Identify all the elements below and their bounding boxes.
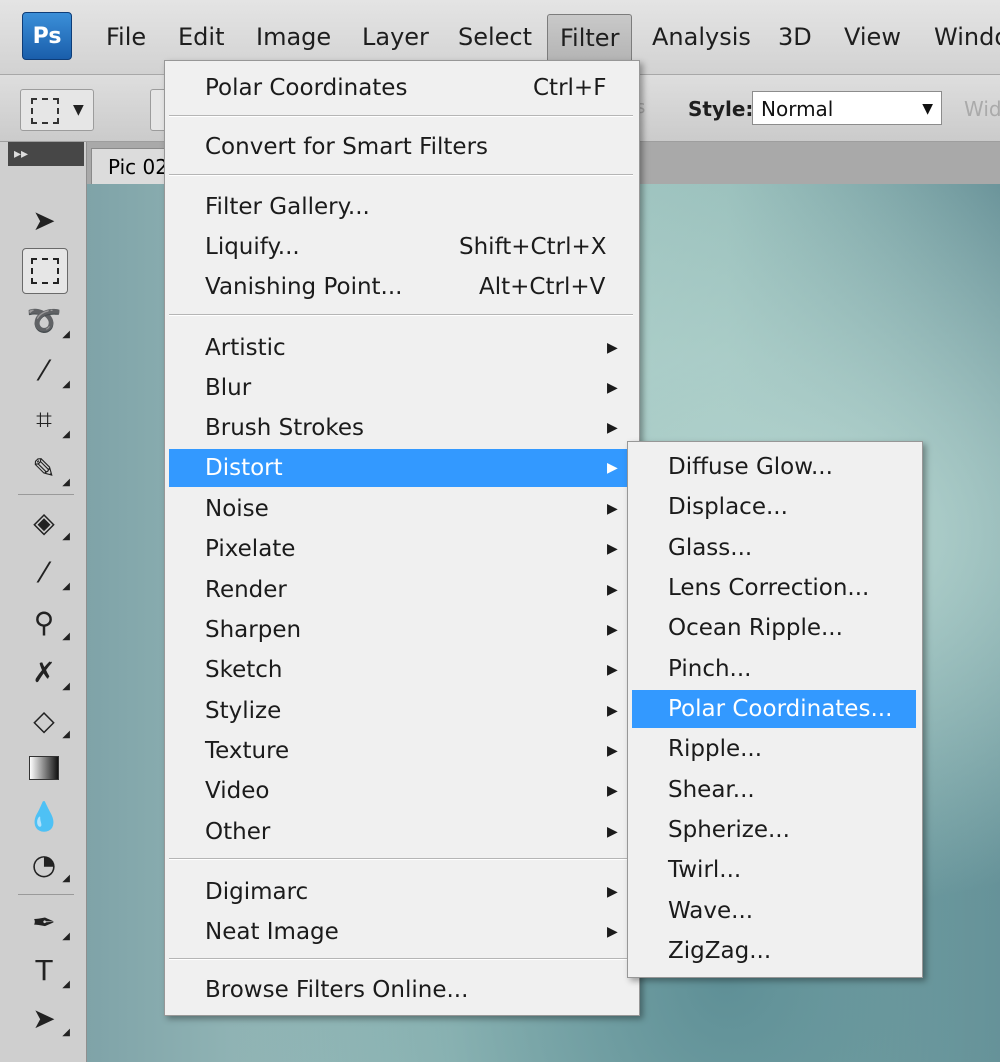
- submenu-item-displace[interactable]: Displace...: [632, 488, 916, 526]
- caret-down-icon: ▼: [922, 101, 933, 117]
- menu-item-blur[interactable]: Blur ▶: [169, 369, 633, 407]
- menu-item-browse-filters-online[interactable]: Browse Filters Online...: [169, 971, 633, 1009]
- submenu-arrow-icon: ▶: [607, 924, 618, 940]
- menu-item-liquify[interactable]: Liquify... Shift+Ctrl+X: [169, 228, 633, 266]
- menu-item-last-filter[interactable]: Polar Coordinates Ctrl+F: [169, 69, 633, 107]
- menu-item-brush-strokes[interactable]: Brush Strokes ▶: [169, 409, 633, 447]
- caret-down-icon: ▼: [73, 102, 84, 118]
- menu-item-stylize[interactable]: Stylize ▶: [169, 692, 633, 730]
- submenu-arrow-icon: ▶: [607, 884, 618, 900]
- menu-filter[interactable]: Filter: [547, 14, 633, 61]
- menu-item-sketch[interactable]: Sketch ▶: [169, 651, 633, 689]
- width-label: Wid: [964, 97, 1000, 121]
- menu-separator-highlight: [169, 116, 633, 117]
- menu-layer[interactable]: Layer: [350, 14, 441, 60]
- submenu-item-ocean-ripple[interactable]: Ocean Ripple...: [632, 609, 916, 647]
- distort-submenu: Diffuse Glow... Displace... Glass... Len…: [627, 441, 923, 978]
- submenu-arrow-icon: ▶: [607, 743, 618, 759]
- path-selection-icon[interactable]: ➤ ◢: [22, 996, 70, 1040]
- menu-image[interactable]: Image: [244, 14, 343, 60]
- submenu-item-diffuse-glow[interactable]: Diffuse Glow...: [632, 448, 916, 486]
- toolbox-collapse-icon[interactable]: ▸▸: [8, 142, 84, 166]
- submenu-arrow-icon: ▶: [607, 703, 618, 719]
- style-label: Style:: [688, 97, 754, 121]
- submenu-arrow-icon: ▶: [607, 622, 618, 638]
- submenu-arrow-icon: ▶: [607, 340, 618, 356]
- submenu-arrow-icon: ▶: [607, 783, 618, 799]
- menu-view[interactable]: View: [832, 14, 913, 60]
- lasso-tool-icon[interactable]: ➰ ◢: [22, 298, 70, 342]
- menu-separator-highlight: [169, 315, 633, 316]
- type-tool-icon[interactable]: T ◢: [22, 948, 70, 992]
- submenu-item-shear[interactable]: Shear...: [632, 771, 916, 809]
- submenu-arrow-icon: ▶: [607, 501, 618, 517]
- menu-item-convert-smart-filters[interactable]: Convert for Smart Filters: [169, 128, 633, 166]
- gradient-tool-icon[interactable]: [22, 746, 66, 790]
- menu-item-distort[interactable]: Distort ▶: [169, 449, 633, 487]
- menu-item-vanishing-point[interactable]: Vanishing Point... Alt+Ctrl+V: [169, 268, 633, 306]
- photoshop-logo[interactable]: Ps: [22, 12, 72, 60]
- healing-brush-icon[interactable]: ◈ ◢: [22, 500, 70, 544]
- menu-separator-highlight: [169, 175, 633, 176]
- menu-item-video[interactable]: Video ▶: [169, 772, 633, 810]
- magic-wand-icon[interactable]: ⁄ ◢: [22, 348, 70, 392]
- dodge-tool-icon[interactable]: ◔ ◢: [22, 842, 70, 886]
- menu-separator-highlight: [169, 859, 633, 860]
- menu-item-digimarc[interactable]: Digimarc ▶: [169, 873, 633, 911]
- menu-analysis[interactable]: Analysis: [640, 14, 763, 60]
- clone-stamp-icon[interactable]: ⚲ ◢: [22, 600, 70, 644]
- brush-tool-icon[interactable]: ⁄ ◢: [22, 550, 70, 594]
- pen-tool-icon[interactable]: ✒ ◢: [22, 900, 70, 944]
- submenu-arrow-icon: ▶: [607, 460, 618, 476]
- crop-tool-icon[interactable]: ⌗ ◢: [22, 398, 70, 442]
- eraser-icon[interactable]: ◇ ◢: [22, 698, 70, 742]
- submenu-item-zigzag[interactable]: ZigZag...: [632, 932, 916, 970]
- menu-item-pixelate[interactable]: Pixelate ▶: [169, 530, 633, 568]
- menu-item-sharpen[interactable]: Sharpen ▶: [169, 611, 633, 649]
- eyedropper-icon[interactable]: ✎ ◢: [22, 446, 70, 490]
- menu-window[interactable]: Windo: [922, 14, 1000, 60]
- menu-edit[interactable]: Edit: [166, 14, 236, 60]
- menu-separator-highlight: [169, 959, 633, 960]
- submenu-arrow-icon: ▶: [607, 662, 618, 678]
- submenu-arrow-icon: ▶: [607, 541, 618, 557]
- toolbox: ▸▸ ➤ ➰ ◢ ⁄ ◢ ⌗ ◢ ✎ ◢ ◈ ◢ ⁄ ◢ ⚲ ◢ ✗ ◢ ◇ ◢ 💧 ◔ ◢ ✒ ◢ …: [0, 142, 87, 1062]
- submenu-arrow-icon: ▶: [607, 380, 618, 396]
- menu-item-render[interactable]: Render ▶: [169, 571, 633, 609]
- submenu-item-lens-correction[interactable]: Lens Correction...: [632, 569, 916, 607]
- submenu-item-glass[interactable]: Glass...: [632, 529, 916, 567]
- menu-item-noise[interactable]: Noise ▶: [169, 490, 633, 528]
- submenu-item-wave[interactable]: Wave...: [632, 892, 916, 930]
- marquee-tool-icon[interactable]: [22, 248, 68, 294]
- menu-item-texture[interactable]: Texture ▶: [169, 732, 633, 770]
- submenu-item-twirl[interactable]: Twirl...: [632, 851, 916, 889]
- blur-tool-icon[interactable]: 💧: [22, 794, 66, 838]
- menu-3d[interactable]: 3D: [766, 14, 824, 60]
- filter-menu: Polar Coordinates Ctrl+F Convert for Smar…: [164, 60, 640, 1016]
- document-tab[interactable]: Pic 02: [91, 148, 171, 184]
- menu-item-neat-image[interactable]: Neat Image ▶: [169, 913, 633, 951]
- toolbox-divider: [18, 894, 74, 895]
- submenu-item-ripple[interactable]: Ripple...: [632, 730, 916, 768]
- submenu-arrow-icon: ▶: [607, 582, 618, 598]
- submenu-item-pinch[interactable]: Pinch...: [632, 650, 916, 688]
- toolbox-divider: [18, 494, 74, 495]
- menu-file[interactable]: File: [94, 14, 158, 60]
- menu-item-other[interactable]: Other ▶: [169, 813, 633, 851]
- menu-item-artistic[interactable]: Artistic ▶: [169, 329, 633, 367]
- menu-select[interactable]: Select: [446, 14, 544, 60]
- tool-preset-picker[interactable]: ▼: [20, 89, 94, 131]
- history-brush-icon[interactable]: ✗ ◢: [22, 650, 70, 694]
- submenu-arrow-icon: ▶: [607, 824, 618, 840]
- style-select[interactable]: Normal ▼: [752, 91, 942, 125]
- submenu-item-spherize[interactable]: Spherize...: [632, 811, 916, 849]
- style-select-value: Normal: [761, 97, 834, 121]
- submenu-item-polar-coordinates[interactable]: Polar Coordinates...: [632, 690, 916, 728]
- rectangular-marquee-icon: [31, 98, 59, 124]
- move-tool-icon[interactable]: ➤: [22, 198, 66, 242]
- menu-item-filter-gallery[interactable]: Filter Gallery...: [169, 188, 633, 226]
- submenu-arrow-icon: ▶: [607, 420, 618, 436]
